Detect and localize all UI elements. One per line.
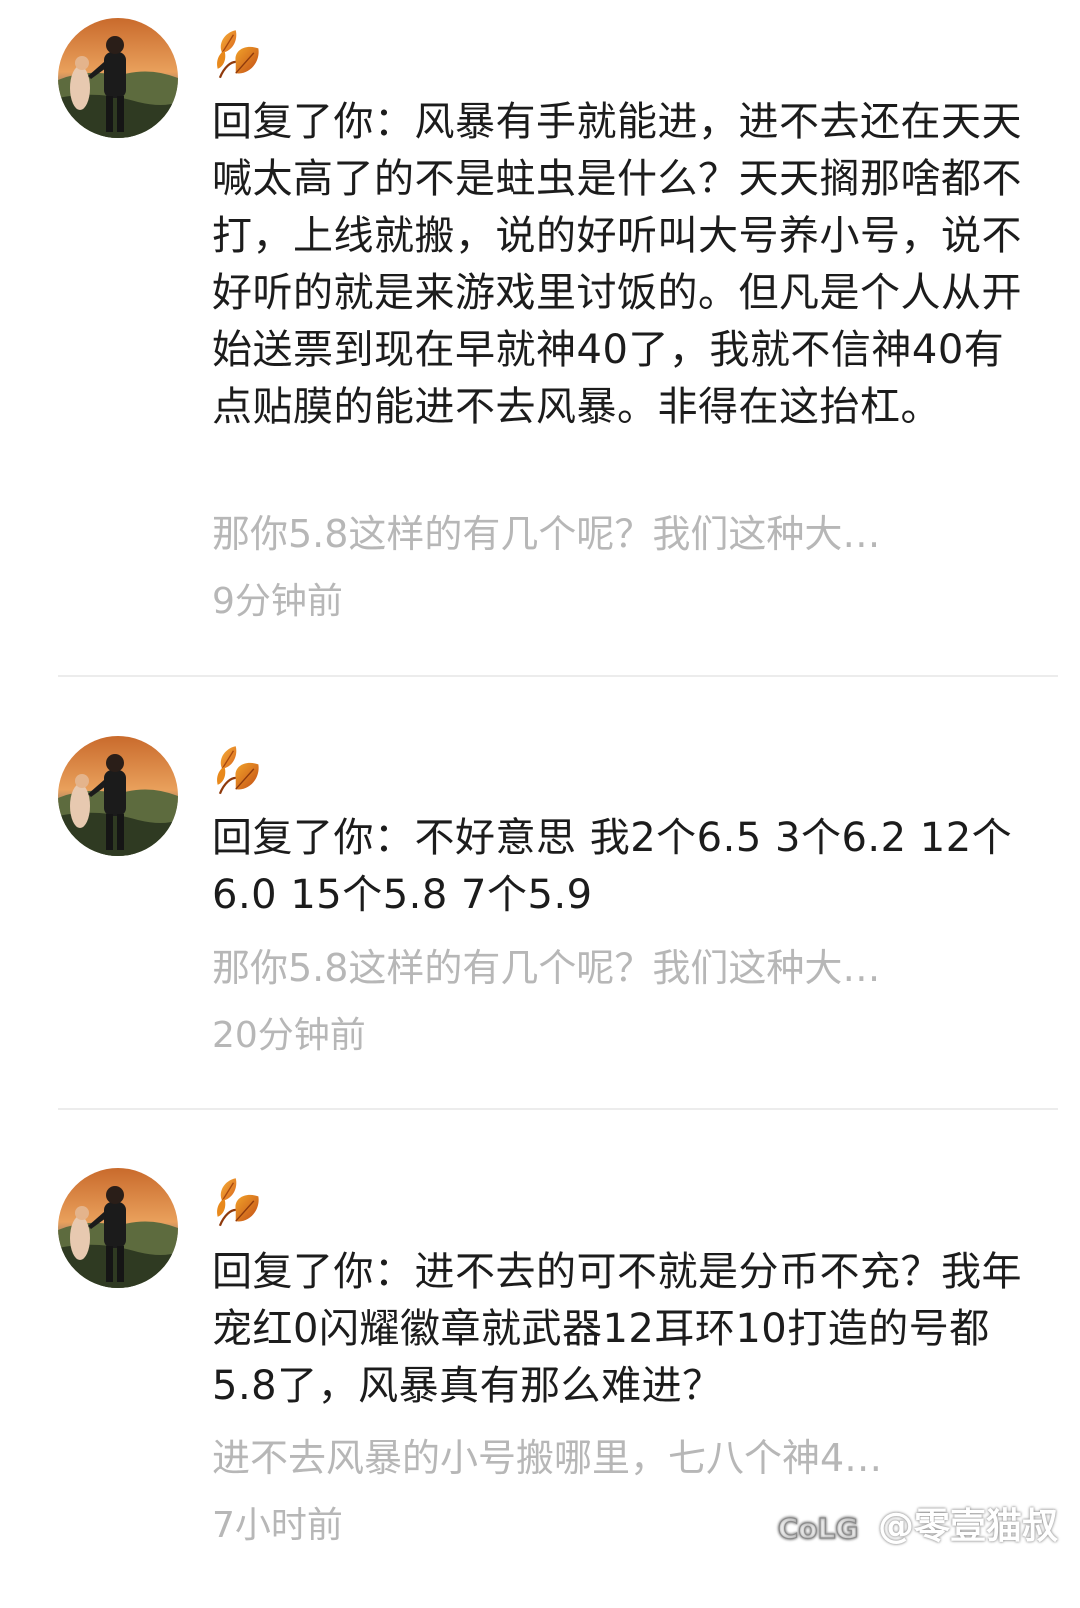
timestamp: 20分钟前: [212, 1015, 366, 1056]
colg-logo-icon: CoLG: [777, 1511, 859, 1545]
autumn-leaves-icon: [212, 1176, 264, 1228]
quoted-comment[interactable]: 那你5.8这样的有几个呢？我们这种大…: [212, 944, 992, 992]
divider: [58, 675, 1058, 677]
timestamp: 9分钟前: [212, 581, 343, 622]
avatar-photo-icon[interactable]: [58, 18, 178, 138]
quoted-comment[interactable]: 进不去风暴的小号搬哪里，七八个神4…: [212, 1434, 992, 1482]
reply-text: 回复了你：进不去的可不就是分币不充？我年宠红0闪耀徽章就武器12耳环10打造的号…: [212, 1249, 1022, 1409]
reply-text: 回复了你：风暴有手就能进，进不去还在天天喊太高了的不是蛀虫是什么？天天搁那啥都不…: [212, 99, 1022, 430]
reply-text: 回复了你：不好意思 我2个6.5 3个6.2 12个6.0 15个5.8 7个5…: [212, 815, 1013, 918]
autumn-leaves-icon: [212, 28, 264, 80]
avatar-photo-icon[interactable]: [58, 1168, 178, 1288]
watermark: CoLG @零壹猫叔: [768, 1502, 1058, 1552]
quoted-comment[interactable]: 那你5.8这样的有几个呢？我们这种大…: [212, 510, 992, 558]
divider: [58, 1108, 1058, 1110]
avatar-photo-icon[interactable]: [58, 736, 178, 856]
timestamp: 7小时前: [212, 1505, 343, 1546]
autumn-leaves-icon: [212, 744, 264, 796]
comment-item[interactable]: 回复了你：不好意思 我2个6.5 3个6.2 12个6.0 15个5.8 7个5…: [0, 678, 1080, 1108]
comment-item[interactable]: 回复了你：风暴有手就能进，进不去还在天天喊太高了的不是蛀虫是什么？天天搁那啥都不…: [0, 0, 1080, 676]
watermark-handle: @零壹猫叔: [877, 1506, 1058, 1547]
colg-logo-text: CoLG: [778, 1512, 859, 1545]
